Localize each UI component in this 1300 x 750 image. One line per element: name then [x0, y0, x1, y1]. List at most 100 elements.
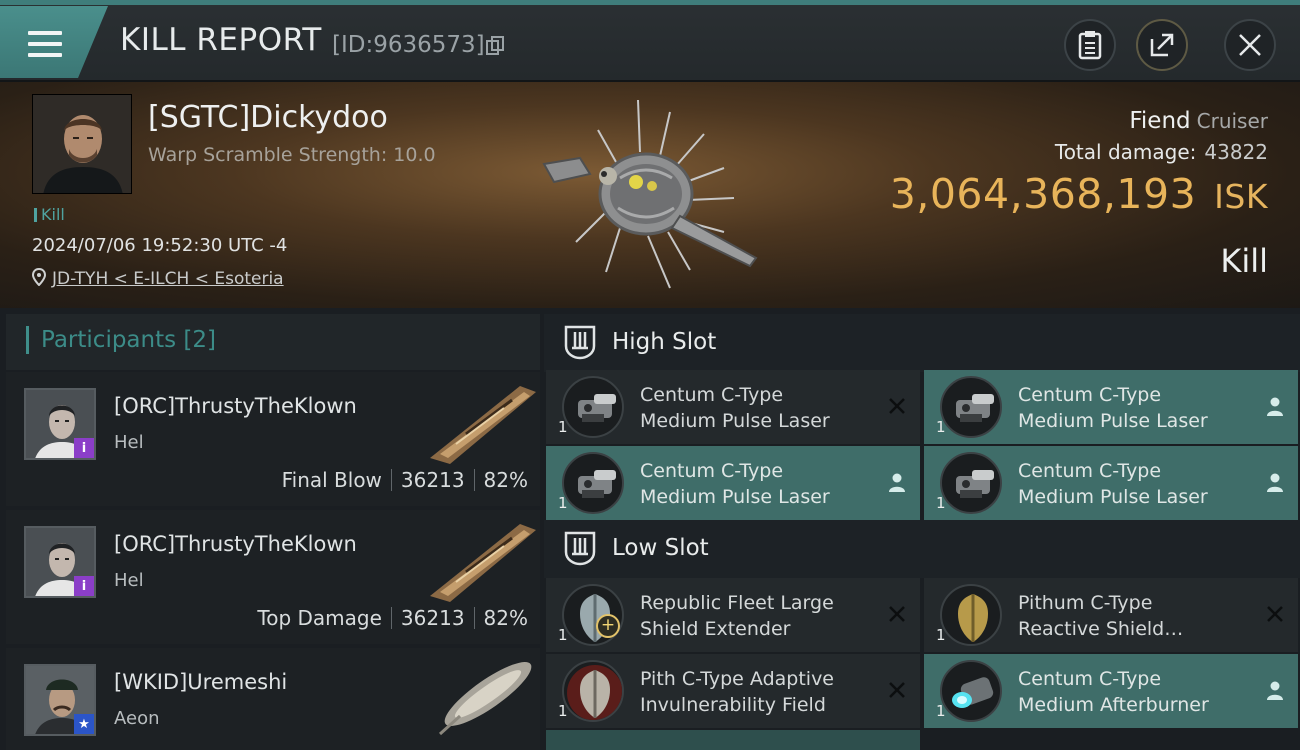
module-item[interactable]: 1 Pith C-Type Adaptive Invulnerability Fi… — [546, 654, 920, 728]
participant-badge-icon: ★ — [74, 714, 94, 734]
victim-ship-name[interactable]: Fiend Cruiser — [1129, 108, 1268, 134]
page-title: KILL REPORT — [120, 22, 322, 58]
module-name: Pithum C-Type Reactive Shield… — [1018, 592, 1184, 640]
warp-scramble-strength: Warp Scramble Strength: 10.0 — [148, 144, 436, 166]
destroyed-x-icon — [889, 682, 905, 698]
destroyed-x-icon — [889, 606, 905, 622]
participants-header: Participants [2] — [6, 314, 540, 370]
module-item[interactable]: 1 Centum C-Type Medium Pulse Laser — [546, 446, 920, 520]
share-button[interactable] — [1136, 19, 1188, 71]
result-label: Kill — [1220, 242, 1268, 280]
location-pin-icon — [31, 267, 47, 287]
close-icon — [1239, 34, 1261, 56]
pulse-laser-icon — [940, 452, 1002, 514]
invulnerability-field-icon — [562, 660, 624, 722]
accent-line — [0, 0, 1300, 5]
module-name: Centum C-Type Medium Pulse Laser — [640, 384, 830, 432]
location-link[interactable]: JD-TYH < E-ILCH < Esoteria — [52, 269, 284, 289]
participant-percent: 82% — [483, 606, 528, 630]
participant-percent: 82% — [483, 468, 528, 492]
destroyed-x-icon — [1267, 606, 1283, 622]
participants-title: Participants [2] — [41, 327, 216, 353]
victim-ship-image — [542, 99, 758, 289]
participant-avatar[interactable]: i — [24, 388, 96, 460]
participant-stats: Top Damage 36213 82% — [257, 606, 528, 630]
participant-ship: Aeon — [114, 708, 160, 729]
module-quantity: 1 — [558, 626, 568, 644]
total-damage-label: Total damage: — [1054, 140, 1197, 164]
ship-class: Cruiser — [1196, 109, 1268, 133]
module-quantity: 1 — [558, 702, 568, 720]
low-slot-header: Low Slot — [544, 520, 1300, 578]
isk-amount: 3,064,368,193 — [889, 170, 1197, 218]
low-slot-icon — [564, 531, 596, 566]
participant-role: Final Blow — [281, 468, 382, 492]
menu-button[interactable] — [0, 6, 108, 78]
copy-icon[interactable] — [486, 36, 504, 56]
dropped-person-icon — [889, 473, 905, 492]
module-name: Centum C-Type Medium Pulse Laser — [1018, 384, 1208, 432]
participant-ship: Hel — [114, 570, 144, 591]
isk-value: 3,064,368,193 ISK — [890, 170, 1268, 218]
participant-name[interactable]: [ORC]ThrustyTheKlown — [114, 394, 357, 418]
clipboard-icon — [1078, 31, 1102, 60]
module-name: Centum C-Type Medium Pulse Laser — [1018, 460, 1208, 508]
module-quantity: 1 — [936, 494, 946, 512]
victim-name[interactable]: [SGTC]Dickydoo — [148, 100, 388, 135]
module-quantity: 1 — [558, 494, 568, 512]
module-item[interactable]: 1 Centum C-Type Medium Afterburner — [924, 654, 1298, 728]
ship-name: Fiend — [1129, 108, 1191, 134]
participant-name[interactable]: [ORC]ThrustyTheKlown — [114, 532, 357, 556]
destroyed-x-icon — [889, 398, 905, 414]
module-item[interactable]: 1 Pithum C-Type Reactive Shield… — [924, 578, 1298, 652]
module-item[interactable]: 1 Centum C-Type Medium Pulse Laser — [924, 370, 1298, 444]
participant-damage: 36213 — [400, 606, 465, 630]
participant-avatar[interactable]: ★ — [24, 664, 96, 736]
participant-row[interactable]: i [ORC]ThrustyTheKlown Hel Top Damage 362… — [6, 510, 540, 644]
module-item[interactable]: 1 Centum C-Type Medium Pulse Laser — [924, 446, 1298, 520]
pulse-laser-icon — [562, 376, 624, 438]
dropped-person-icon — [1267, 473, 1283, 492]
reactive-shield-icon — [940, 584, 1002, 646]
victim-panel: [SGTC]Dickydoo Warp Scramble Strength: 1… — [0, 82, 1300, 308]
pulse-laser-icon — [562, 452, 624, 514]
module-name: Centum C-Type Medium Pulse Laser — [640, 460, 830, 508]
participant-ship: Hel — [114, 432, 144, 453]
close-button[interactable] — [1224, 19, 1276, 71]
participant-role: Top Damage — [257, 606, 382, 630]
high-slot-title: High Slot — [612, 329, 717, 355]
module-item-partial[interactable] — [546, 730, 920, 750]
participant-row[interactable]: i [ORC]ThrustyTheKlown Hel Final Blow 362… — [6, 372, 540, 506]
module-item[interactable]: 1 Centum C-Type Medium Pulse Laser — [546, 370, 920, 444]
participant-ship-image — [438, 662, 532, 736]
total-damage-value: 43822 — [1204, 140, 1268, 164]
participant-badge-icon: i — [74, 576, 94, 596]
participant-name[interactable]: [WKID]Uremeshi — [114, 670, 287, 694]
kill-location[interactable]: JD-TYH < E-ILCH < Esoteria — [31, 267, 284, 289]
module-quantity: 1 — [936, 626, 946, 644]
module-item[interactable]: + 1 Republic Fleet Large Shield Extender — [546, 578, 920, 652]
dropped-person-icon — [1267, 397, 1283, 416]
participants-accent-bar — [26, 326, 29, 354]
participant-ship-image — [430, 386, 536, 464]
participant-row[interactable]: ★ [WKID]Uremeshi Aeon — [6, 648, 540, 750]
clipboard-button[interactable] — [1064, 19, 1116, 71]
participant-ship-image — [430, 524, 536, 602]
module-quantity: 1 — [936, 418, 946, 436]
title-bar: KILL REPORT [ID:9636573] — [0, 0, 1300, 82]
dropped-person-icon — [1267, 681, 1283, 700]
kill-tag: Kill — [34, 205, 65, 224]
victim-avatar[interactable] — [32, 94, 132, 194]
participant-badge-icon: i — [74, 438, 94, 458]
kill-datetime: 2024/07/06 19:52:30 UTC -4 — [32, 235, 288, 256]
module-name: Centum C-Type Medium Afterburner — [1018, 668, 1209, 716]
report-id: [ID:9636573] — [332, 32, 485, 58]
plus-badge-icon: + — [596, 614, 620, 638]
high-slot-header: High Slot — [544, 314, 1300, 372]
participant-damage: 36213 — [400, 468, 465, 492]
pulse-laser-icon — [940, 376, 1002, 438]
isk-unit: ISK — [1214, 177, 1268, 216]
module-quantity: 1 — [936, 702, 946, 720]
share-icon — [1150, 33, 1174, 57]
participant-avatar[interactable]: i — [24, 526, 96, 598]
